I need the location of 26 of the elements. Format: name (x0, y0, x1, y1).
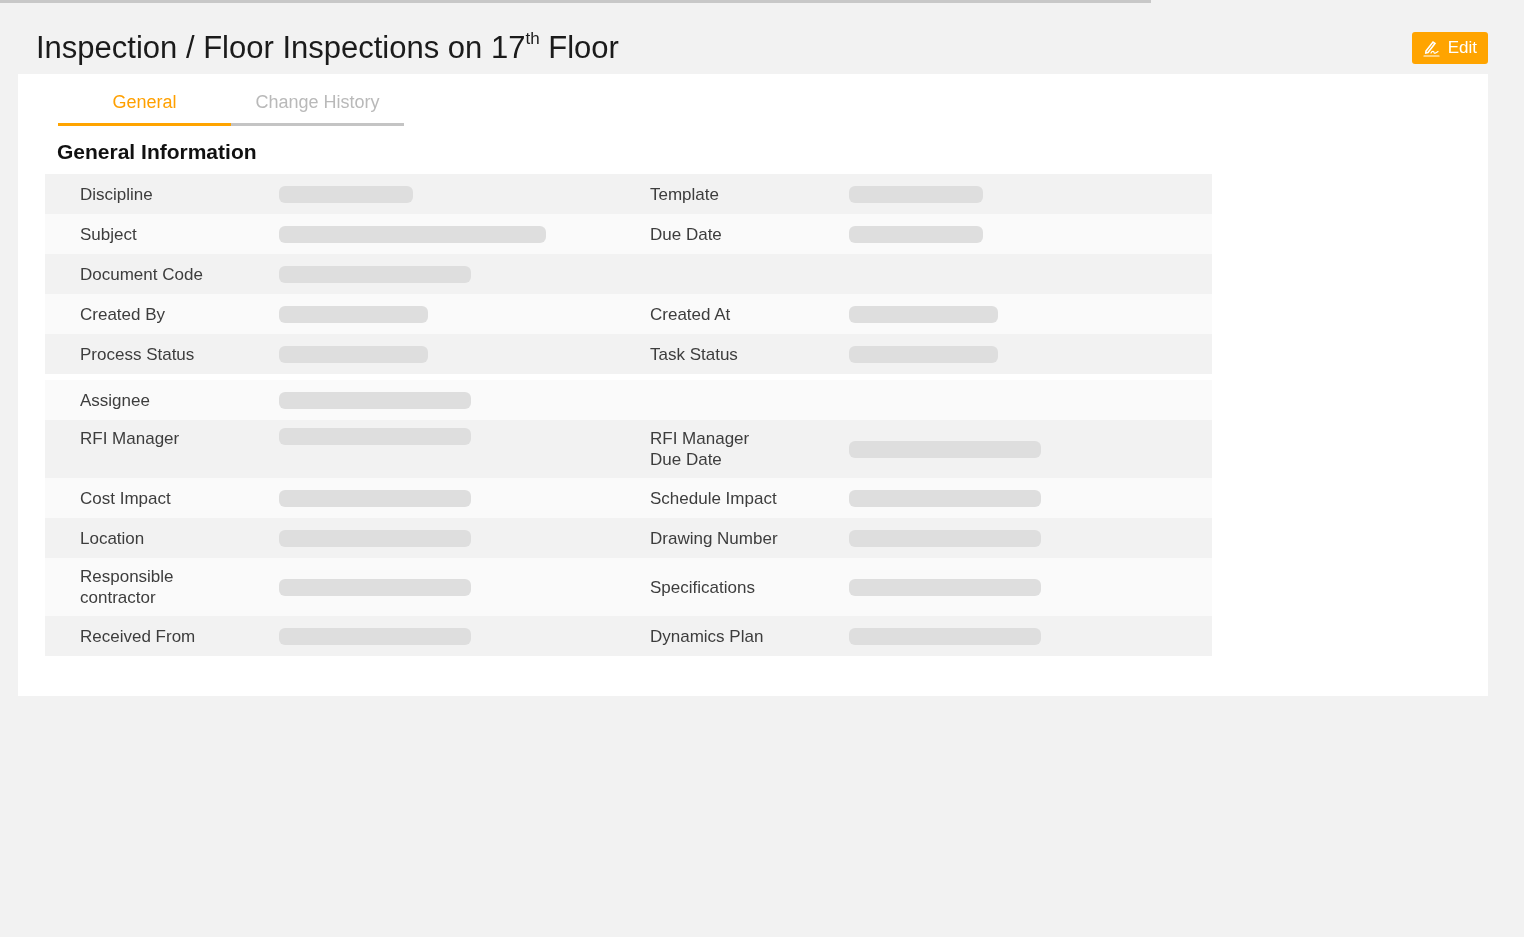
field-label: Schedule Impact (650, 487, 778, 509)
field-label: Cost Impact (80, 487, 172, 509)
field-label: Process Status (80, 343, 196, 365)
field-label: Specifications (650, 576, 756, 598)
edit-button[interactable]: Edit (1411, 32, 1488, 64)
field-label: Due Date (650, 223, 723, 245)
field-label: Dynamics Plan (650, 625, 765, 647)
field-label: Created At (650, 303, 732, 325)
field-label: RFI Manager (80, 428, 181, 449)
field-label: Task Status (650, 343, 739, 365)
field-label: Drawing Number (650, 527, 779, 549)
field-label: Assignee (80, 389, 151, 411)
tab[interactable]: General (58, 88, 231, 126)
field-label: Subject (80, 223, 138, 245)
field-label: Received From (80, 625, 197, 647)
field-label: Responsible contractor (80, 566, 175, 608)
field-label: Discipline (80, 183, 154, 205)
tab[interactable]: Change History (231, 88, 404, 126)
field-label: Created By (80, 303, 167, 325)
field-label: Template (650, 183, 720, 205)
signature-pen-icon (1422, 39, 1440, 57)
section-title: General Information (57, 140, 258, 164)
field-label: RFI Manager Due Date (650, 428, 751, 470)
page-title: Inspection / Floor Inspections on 17$^{th}$ Floor (36, 30, 619, 66)
field-label: Document Code (80, 263, 204, 285)
field-label: Location (80, 527, 146, 549)
